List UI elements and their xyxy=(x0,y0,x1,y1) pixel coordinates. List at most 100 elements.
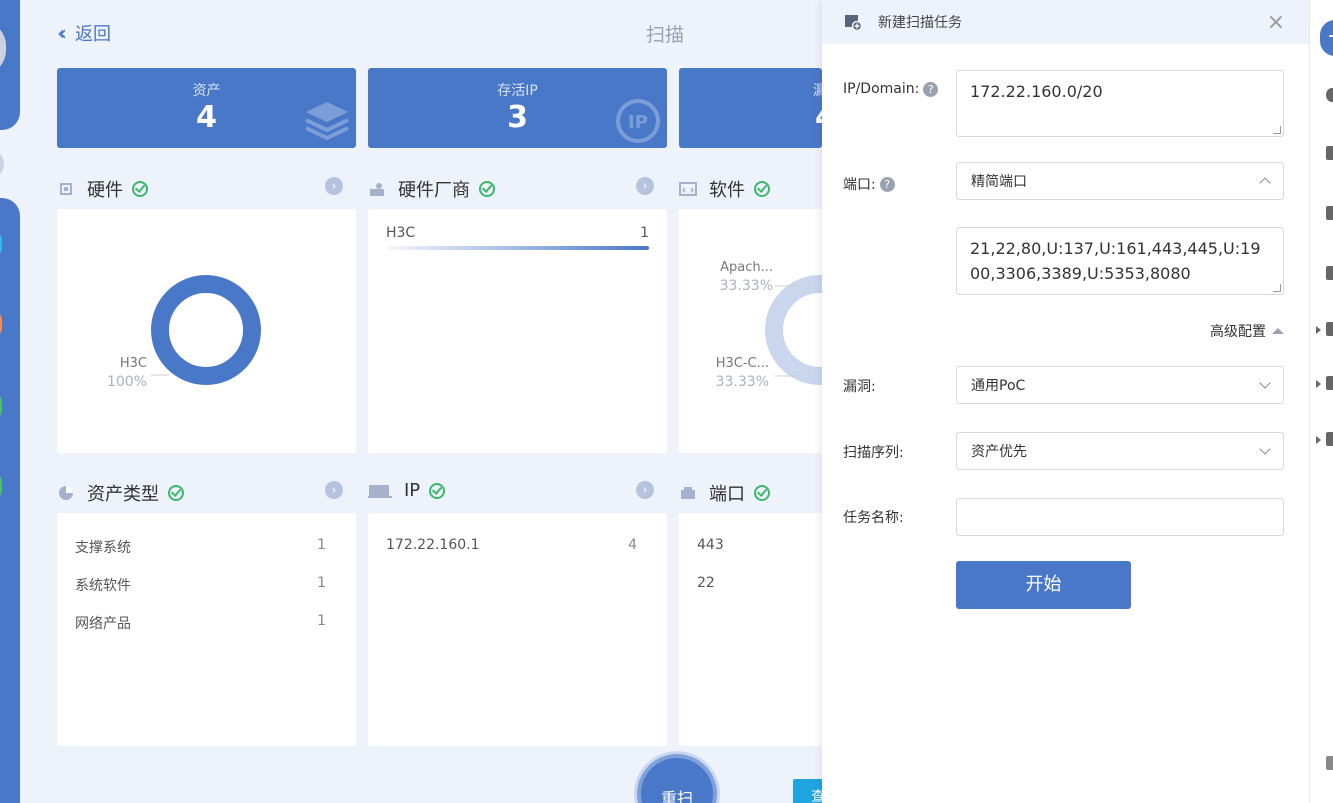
help-icon[interactable]: ? xyxy=(879,176,895,192)
advanced-config-toggle[interactable]: 高级配置 xyxy=(1210,321,1284,341)
svg-text:IP: IP xyxy=(628,112,648,133)
back-button[interactable]: ‹‹ 返回 xyxy=(57,20,111,46)
toolbar-item-icon[interactable] xyxy=(1326,376,1333,390)
toolbar-chart-icon[interactable] xyxy=(1326,266,1333,280)
donut-label-pct: 100% xyxy=(106,374,147,390)
item-count: 1 xyxy=(317,575,326,591)
help-icon[interactable]: ? xyxy=(923,81,939,97)
expand-arrow-icon[interactable] xyxy=(1316,380,1321,388)
expand-arrow-icon[interactable] xyxy=(1316,326,1321,334)
pie-icon xyxy=(59,486,73,500)
donut-slice-h3c[interactable] xyxy=(151,275,261,385)
ip-domain-label: IP/Domain: ? xyxy=(843,81,939,97)
chevron-up-icon xyxy=(1259,177,1271,189)
resize-grip-icon[interactable] xyxy=(1273,284,1281,292)
nav-dot-orange[interactable] xyxy=(0,310,2,338)
list-item[interactable]: 22 xyxy=(697,575,812,591)
port-select[interactable]: 精简端口 xyxy=(956,162,1284,200)
port-label-text: 端口: xyxy=(843,177,876,193)
list-item[interactable]: 172.22.160.1 4 xyxy=(386,537,637,553)
item-name: 443 xyxy=(697,537,724,553)
stat-label: 资产 xyxy=(192,83,221,99)
check-circle-icon xyxy=(754,181,770,197)
new-task-icon xyxy=(845,15,862,31)
port-select-value: 精简端口 xyxy=(971,174,1027,190)
check-circle-icon xyxy=(429,482,446,499)
nav-dot-green[interactable] xyxy=(0,392,2,420)
toolbar-item-icon[interactable] xyxy=(1326,432,1333,446)
item-name: 网络产品 xyxy=(75,616,131,632)
software-card: Apach... 33.33% H3C-C... 33.33% xyxy=(679,209,842,453)
vendor-icon xyxy=(370,183,384,196)
expand-arrow-icon[interactable] xyxy=(1316,436,1321,444)
right-toolbar: + xyxy=(1309,0,1333,803)
vendor-row[interactable]: H3C 1 xyxy=(386,225,649,241)
donut-label-pct: 33.33% xyxy=(719,278,773,294)
nav-dot-blue[interactable] xyxy=(0,230,2,258)
item-count: 4 xyxy=(628,537,637,553)
ip-card: 172.22.160.1 4 xyxy=(368,513,667,746)
stat-card-alive-ip[interactable]: 存活IP 3 IP xyxy=(368,68,667,148)
vendor-name: H3C xyxy=(386,225,416,241)
scan-order-select[interactable]: 资产优先 xyxy=(956,432,1284,470)
list-item[interactable]: 网络产品 1 xyxy=(75,613,326,633)
advanced-config-label: 高级配置 xyxy=(1210,324,1266,340)
donut-label-1: Apach... 33.33% xyxy=(709,259,773,295)
section-title: 端口 xyxy=(709,484,745,505)
main-panel: ‹‹ 返回 扫描 资产 4 存活IP 3 IP 漏 4 硬件 › 硬件厂商 › xyxy=(20,0,842,803)
caret-up-icon xyxy=(1272,328,1284,334)
list-item[interactable]: 443 xyxy=(697,537,812,553)
list-item[interactable]: 系统软件 1 xyxy=(75,575,326,595)
vuln-select[interactable]: 通用PoC xyxy=(956,366,1284,404)
port-list-input[interactable]: 21,22,80,U:137,U:161,443,445,U:1900,3306… xyxy=(956,227,1284,295)
refresh-icon[interactable] xyxy=(1326,756,1333,770)
section-head-asset-type: 资产类型 xyxy=(57,480,184,506)
item-name: 系统软件 xyxy=(75,578,131,594)
list-item[interactable]: 支撑系统 1 xyxy=(75,537,326,557)
vendor-more-button[interactable]: › xyxy=(636,177,654,195)
asset-type-more-button[interactable]: › xyxy=(325,481,343,499)
task-name-input[interactable] xyxy=(956,498,1284,536)
scan-order-value: 资产优先 xyxy=(971,444,1027,460)
drawer-title: 新建扫描任务 xyxy=(878,15,962,31)
start-button[interactable]: 开始 xyxy=(956,561,1131,609)
donut-label-name: H3C-C... xyxy=(715,356,769,371)
toolbar-item-icon[interactable] xyxy=(1326,322,1333,336)
vendor-bar xyxy=(386,246,649,250)
close-icon[interactable]: × xyxy=(1267,10,1285,35)
avatar[interactable] xyxy=(0,20,6,76)
rescan-button[interactable]: 重扫 xyxy=(637,754,717,803)
toolbar-monitor-icon[interactable] xyxy=(1326,206,1333,220)
check-circle-icon xyxy=(479,181,495,197)
section-head-vendor: 硬件厂商 xyxy=(368,176,495,202)
ip-more-button[interactable]: › xyxy=(636,481,654,499)
hardware-card: H3C 100% xyxy=(57,209,356,453)
hardware-more-button[interactable]: › xyxy=(325,177,343,195)
resize-grip-icon[interactable] xyxy=(1273,126,1281,134)
donut-label-name: H3C xyxy=(119,356,147,371)
scan-order-label: 扫描序列: xyxy=(843,445,904,461)
task-name-label: 任务名称: xyxy=(843,510,904,526)
stat-card-assets[interactable]: 资产 4 xyxy=(57,68,356,148)
toolbar-doc-icon[interactable] xyxy=(1326,146,1333,160)
back-label: 返回 xyxy=(75,24,111,45)
stat-value: 4 xyxy=(679,100,822,135)
chevron-down-icon xyxy=(1259,377,1271,389)
stat-label: 漏 xyxy=(813,83,822,99)
hardware-donut-chart xyxy=(151,275,261,385)
rail-nav-panel xyxy=(0,198,20,803)
nav-dot-green-2[interactable] xyxy=(0,472,2,500)
layers-icon xyxy=(305,102,349,141)
vendor-count: 1 xyxy=(640,225,649,241)
chip-icon xyxy=(60,183,72,195)
port-label: 端口: ? xyxy=(843,174,895,194)
stat-card-vulns[interactable]: 漏 4 xyxy=(679,68,822,148)
item-count: 1 xyxy=(317,613,326,629)
item-name: 支撑系统 xyxy=(75,540,131,556)
rail-top-panel xyxy=(0,0,20,130)
donut-label-name: Apach... xyxy=(720,260,773,275)
left-rail xyxy=(0,0,20,803)
add-icon[interactable]: + xyxy=(1320,20,1333,56)
toolbar-circle-icon[interactable] xyxy=(1326,88,1333,102)
ip-domain-input[interactable]: 172.22.160.0/20 xyxy=(956,70,1284,137)
